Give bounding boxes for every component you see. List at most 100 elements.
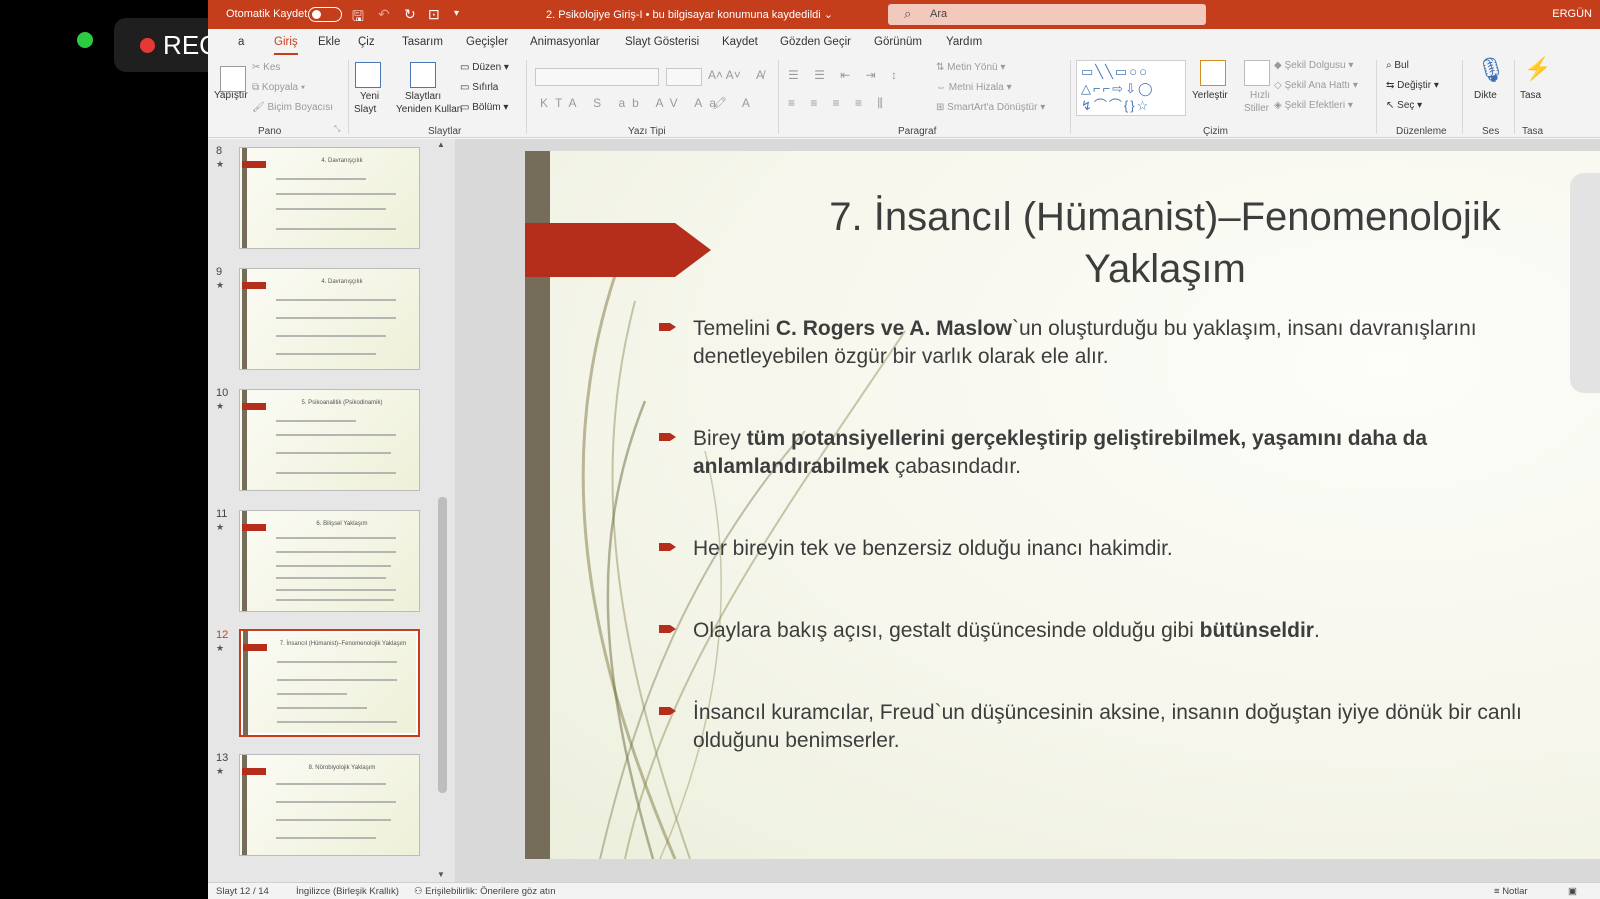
status-bar: Slayt 12 / 14 İngilizce (Birleşik Krallı… [208, 882, 1600, 899]
ribbon-divider [1070, 60, 1071, 134]
highlight-color-icons[interactable]: 🖍 A [712, 96, 756, 110]
slide-title-line-1: 7. İnsancıl (Hümanist)–Fenomenolojik [829, 195, 1501, 239]
customize-toolbar-icon[interactable]: ▾ [454, 8, 459, 19]
reuse-slides-label-1[interactable]: Slaytları [405, 91, 441, 102]
copy-button[interactable]: ⧉ Kopyala ▾ [252, 82, 305, 93]
grow-font-icon[interactable]: A˄ A˅ [708, 68, 741, 82]
slide-thumbnail-9[interactable]: 4. Davranışçılık [239, 268, 420, 370]
autosave-toggle[interactable] [308, 7, 342, 22]
tab-animations[interactable]: Animasyonlar [530, 36, 600, 48]
cut-button[interactable]: ✂ Kes [252, 62, 280, 73]
save-icon[interactable]: 🖫 [352, 6, 364, 30]
reuse-slides-icon[interactable] [410, 62, 436, 88]
microphone-icon[interactable]: 🎙 [1476, 56, 1506, 85]
arrange-icon[interactable] [1200, 60, 1226, 86]
search-icon: ⌕ [904, 6, 912, 21]
paste-button[interactable]: Yapıştır [214, 90, 248, 101]
slide-thumbnail-11[interactable]: 6. Bilişsel Yaklaşım [239, 510, 420, 612]
font-size-box[interactable] [666, 68, 702, 86]
list-buttons[interactable]: ☰ ☰ ⇤ ⇥ ↕ [788, 68, 903, 82]
present-icon[interactable]: ⊡ [428, 6, 440, 23]
thumb-title: 4. Davranışçılık [321, 158, 363, 164]
layout-label: Düzen [472, 62, 502, 73]
clipboard-launcher-icon[interactable]: ⤡ [334, 124, 340, 134]
scroll-thumb[interactable] [438, 497, 447, 793]
arrange-button[interactable]: Yerleştir [1192, 90, 1228, 101]
normal-view-icon[interactable]: ▣ [1568, 886, 1577, 897]
quick-styles-icon[interactable] [1244, 60, 1270, 86]
designer-icon[interactable]: ⚡ [1524, 56, 1551, 82]
shape-outline-button[interactable]: ◇ Şekil Ana Hattı ▾ [1274, 80, 1358, 91]
shapes-gallery[interactable]: ▭╲╲▭○○ △⌐⌐⇨⇩◯ ↯⌒⌒{}☆ [1076, 60, 1186, 116]
align-buttons[interactable]: ≡ ≡ ≡ ≡ ⫼ [788, 96, 889, 111]
search-box[interactable]: ⌕ Ara [888, 4, 1206, 25]
shape-fill-button[interactable]: ◆ Şekil Dolgusu ▾ [1274, 60, 1353, 71]
paste-icon[interactable] [220, 66, 246, 92]
designer-button[interactable]: Tasa [1520, 90, 1541, 101]
layout-button[interactable]: ▭ Düzen ▾ [460, 62, 509, 73]
reset-button[interactable]: ▭ Sıfırla [460, 82, 498, 93]
quick-styles-label-1[interactable]: Hızlı [1250, 90, 1270, 101]
thumb-title: 7. İnsancıl (Hümanist)–Fenomenolojik Yak… [279, 641, 407, 647]
quick-styles-label-2[interactable]: Stiller [1244, 103, 1269, 114]
user-name[interactable]: ERGÜN [1552, 8, 1592, 20]
find-button[interactable]: ⌕ Bul [1386, 60, 1409, 71]
undo-icon[interactable]: ↶ [378, 6, 390, 23]
accessibility-label: Erişilebilirlik: Önerilere göz atın [425, 886, 556, 897]
document-title[interactable]: 2. Psikolojiye Giriş-I • bu bilgisayar k… [546, 8, 833, 21]
reuse-slides-label-2[interactable]: Yeniden Kullan [396, 104, 462, 115]
slide-thumbnail-10[interactable]: 5. Psikoanalitik (Psikodinamik) [239, 389, 420, 491]
tab-help[interactable]: Yardım [946, 36, 982, 48]
find-label: Bul [1394, 60, 1409, 71]
select-label: Seç [1397, 100, 1415, 111]
text-direction-button[interactable]: ⇅ Metin Yönü ▾ [936, 62, 1005, 73]
tab-slideshow[interactable]: Slayt Gösterisi [625, 36, 699, 48]
thumbnail-scrollbar[interactable]: ▲ ▼ [436, 139, 450, 882]
scroll-down-icon[interactable]: ▼ [437, 870, 445, 879]
section-label: Bölüm [472, 102, 501, 113]
bullet-item-1: Temelini C. Rogers ve A. Maslow`un oluşt… [659, 315, 1553, 371]
dictate-button[interactable]: Dikte [1474, 90, 1497, 101]
tab-review[interactable]: Gözden Geçir [780, 36, 851, 48]
new-slide-icon[interactable] [355, 62, 381, 88]
select-button[interactable]: ↖ Seç ▾ [1386, 100, 1422, 111]
document-title-text: 2. Psikolojiye Giriş-I • bu bilgisayar k… [546, 9, 821, 21]
smartart-label: SmartArt'a Dönüştür [947, 102, 1038, 113]
tab-file[interactable]: a [238, 36, 244, 48]
bullet-bold-text: C. Rogers ve A. Maslow [775, 317, 1012, 340]
ribbon-divider [1462, 60, 1463, 134]
new-slide-label-1[interactable]: Yeni [360, 91, 379, 102]
tab-draw[interactable]: Çiz [358, 36, 375, 48]
current-slide[interactable]: 7. İnsancıl (Hümanist)–Fenomenolojik Yak… [525, 151, 1600, 859]
font-family-box[interactable] [535, 68, 659, 86]
slide-title[interactable]: 7. İnsancıl (Hümanist)–Fenomenolojik Yak… [765, 191, 1565, 295]
tab-insert[interactable]: Ekle [318, 36, 340, 48]
notes-button[interactable]: ≡ Notlar [1494, 886, 1528, 897]
new-slide-label-2[interactable]: Slayt [354, 104, 376, 115]
tab-transitions[interactable]: Geçişler [466, 36, 508, 48]
align-text-button[interactable]: ⇔ Metni Hizala ▾ [936, 82, 1012, 93]
smartart-button[interactable]: ⊞ SmartArt'a Dönüştür ▾ [936, 102, 1045, 113]
tab-view[interactable]: Görünüm [874, 36, 922, 48]
scroll-up-icon[interactable]: ▲ [437, 140, 445, 149]
tab-record[interactable]: Kaydet [722, 36, 758, 48]
clear-format-icon[interactable]: A̸ [756, 68, 764, 82]
format-painter-button[interactable]: 🖌 Biçim Boyacısı [252, 102, 333, 113]
language-indicator[interactable]: İngilizce (Birleşik Krallık) [296, 886, 399, 897]
accessibility-checker[interactable]: ⚇ Erişilebilirlik: Önerilere göz atın [414, 886, 556, 897]
tab-design[interactable]: Tasarım [402, 36, 443, 48]
shape-effects-button[interactable]: ◈ Şekil Efektleri ▾ [1274, 100, 1353, 111]
bullet-text: . [1313, 619, 1320, 642]
slide-thumbnail-13[interactable]: 8. Nörobiyolojik Yaklaşım [239, 754, 420, 856]
thumb-title: 6. Bilişsel Yaklaşım [316, 521, 368, 527]
slide-thumbnail-8[interactable]: 4. Davranışçılık [239, 147, 420, 249]
replace-button[interactable]: ⇆ Değiştir ▾ [1386, 80, 1439, 91]
section-button[interactable]: ▭ Bölüm ▾ [460, 102, 508, 113]
slide-thumbnail-12-selected[interactable]: 7. İnsancıl (Hümanist)–Fenomenolojik Yak… [239, 629, 420, 737]
font-style-buttons[interactable]: KTA S ab AV Aa [540, 96, 723, 110]
ribbon-divider [1376, 60, 1377, 134]
redo-icon[interactable]: ↻ [404, 6, 416, 23]
format-painter-label: Biçim Boyacısı [267, 102, 334, 113]
bullet-arrow-icon [659, 433, 676, 441]
tab-home[interactable]: Giriş [274, 36, 298, 55]
